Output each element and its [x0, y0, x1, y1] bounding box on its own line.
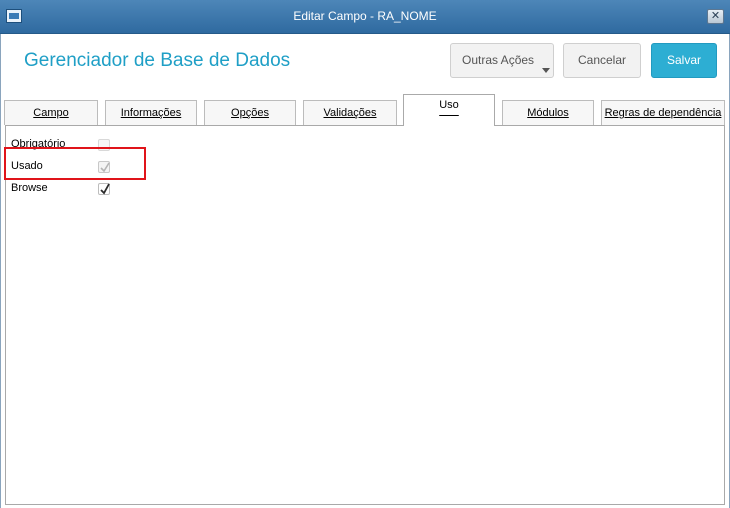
tab-informacoes[interactable]: Informações — [105, 100, 197, 125]
tab-uso-label: Uso — [439, 99, 459, 111]
obrigatorio-checkbox[interactable] — [98, 139, 110, 151]
uso-panel: Obrigatório Usado Browse — [5, 125, 725, 505]
browse-checkbox[interactable] — [98, 183, 110, 195]
tab-opcoes[interactable]: Opções — [204, 100, 296, 125]
tab-uso[interactable]: Uso — [403, 94, 495, 126]
outras-acoes-button[interactable]: Outras Ações — [450, 43, 554, 78]
header: Gerenciador de Base de Dados Outras Açõe… — [1, 34, 729, 93]
usado-checkbox[interactable] — [98, 161, 110, 173]
checkmark-icon — [100, 183, 110, 195]
checkmark-icon — [100, 162, 110, 173]
obrigatorio-label: Obrigatório — [11, 138, 66, 150]
browse-label: Browse — [11, 182, 48, 194]
app-title: Gerenciador de Base de Dados — [24, 50, 291, 71]
chevron-down-icon — [542, 68, 550, 73]
close-icon[interactable]: ✕ — [707, 9, 724, 24]
save-button[interactable]: Salvar — [651, 43, 717, 78]
tab-validacoes[interactable]: Validações — [303, 100, 397, 125]
tab-regras-dependencia[interactable]: Regras de dependência — [601, 100, 725, 125]
outras-acoes-label: Outras Ações — [462, 53, 535, 67]
usado-label: Usado — [11, 160, 43, 172]
tab-campo[interactable]: Campo — [4, 100, 98, 125]
window-title: Editar Campo - RA_NOME — [293, 9, 437, 23]
cancel-button[interactable]: Cancelar — [563, 43, 641, 78]
window-titlebar[interactable]: Editar Campo - RA_NOME ✕ — [0, 0, 730, 34]
tab-modulos[interactable]: Módulos — [502, 100, 594, 125]
